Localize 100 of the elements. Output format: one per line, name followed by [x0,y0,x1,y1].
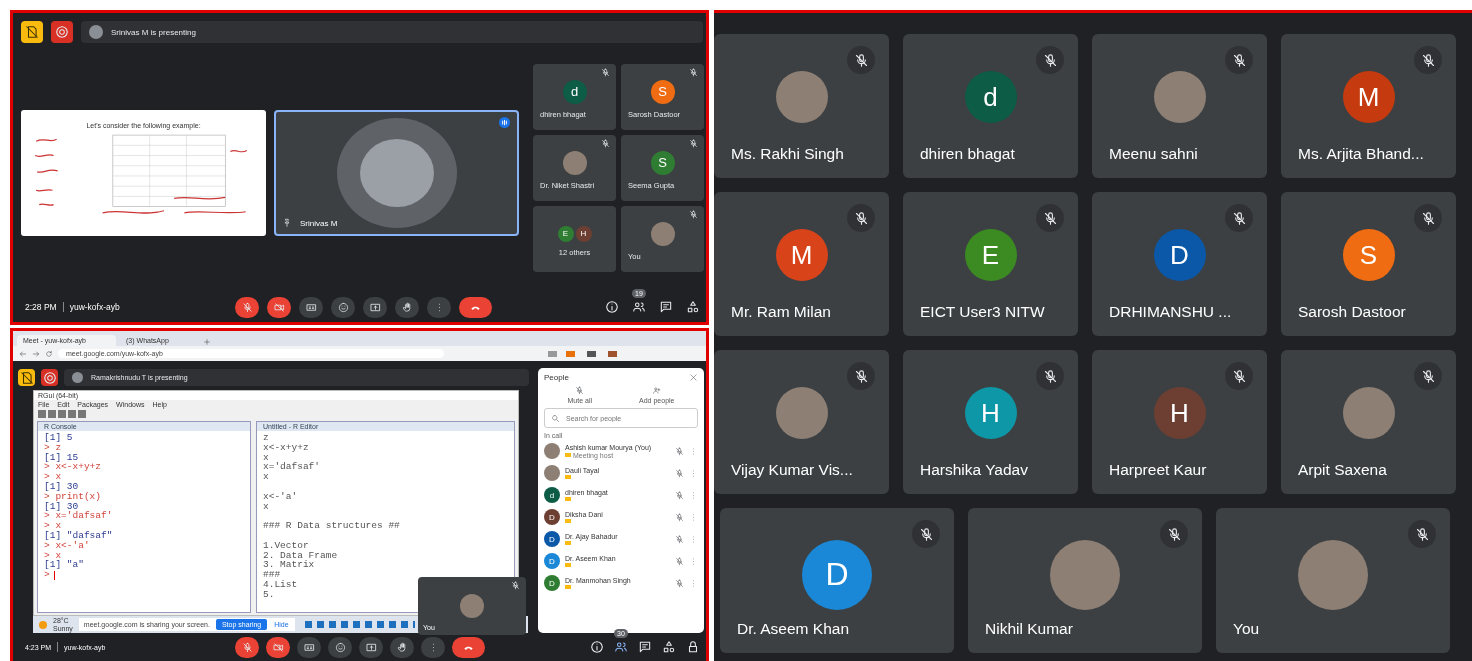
code-line: 1.Vector [263,540,309,551]
console-prompt: > [44,570,50,580]
captions-icon [305,301,317,313]
recording-button[interactable] [51,21,73,43]
code-line: x [263,452,269,463]
participant-name: dhiren bhagat [920,145,1015,163]
recording-button[interactable] [41,369,58,386]
info-icon [590,640,604,654]
avatar-photo [562,150,587,175]
avatar-photo [460,594,484,618]
console-output: [1] 30 [44,501,79,512]
close-icon [689,373,698,382]
participant-name: Sarosh Dastoor [1298,303,1406,321]
speaking-icon [499,117,510,128]
avatar-photo [544,465,560,481]
code-line: x='dafsaf' [263,462,320,473]
initial-avatar: S [650,150,675,175]
forward-icon [32,349,40,358]
participant-name: Harpreet Kaur [1109,461,1207,479]
code-line: x<-'a' [263,491,298,502]
avatar-photo [89,25,103,39]
presentation-button[interactable] [21,21,43,43]
raise-hand-button[interactable] [390,636,414,658]
initial-avatar: H [964,387,1017,439]
reactions-button[interactable] [331,296,355,318]
microphone-button[interactable] [235,636,259,658]
initial-avatar: E [964,229,1017,281]
initial-avatar: d [964,71,1017,123]
leave-call-button[interactable] [452,636,485,658]
participant-name: Vijay Kumar Vis... [731,461,853,479]
presentation-button[interactable] [18,369,35,386]
chat-button[interactable] [659,300,673,314]
microphone-off-icon [675,578,684,588]
reactions-button[interactable] [328,636,352,658]
initial-avatar: S [1342,229,1395,281]
participant-name: Ms. Arjita Bhand... [1298,145,1424,163]
microphone-button[interactable] [235,296,259,318]
participant-name: Harshika Yadav [920,461,1028,479]
captions-button[interactable] [297,636,321,658]
participant-name: Nikhil Kumar [985,620,1073,638]
code-line: ### R Data structures ## [263,521,400,531]
console-output: [1] 5 [44,433,73,443]
clock-time: 2:28 PM [25,302,57,312]
initial-avatar: d [562,79,587,104]
back-icon [19,349,27,358]
record-icon [55,25,69,39]
present-button[interactable] [363,296,387,318]
code-line: ### [263,570,281,580]
info-button[interactable] [590,640,604,654]
console-output: [1] "dafsaf" [44,530,113,541]
record-icon [42,370,57,385]
initial-avatar: D [544,575,560,591]
present-screen-icon [369,301,381,313]
people-icon [614,640,628,654]
emoji-icon [337,301,349,313]
weather-icon [39,620,47,629]
present-button[interactable] [359,636,383,658]
code-line: z [263,433,269,443]
emoji-icon [334,641,346,653]
console-output: [1] "a" [44,560,84,571]
captions-icon [303,641,315,653]
shapes-icon [662,640,676,654]
console-command: > print(x) [44,491,101,502]
avatar-photo [775,71,828,123]
microphone-off-icon [675,512,684,522]
code-line: 4.List [263,579,298,590]
document-off-icon [19,370,34,385]
toolbar-icons-drawing [38,410,88,418]
avatar-photo [1342,387,1395,439]
microphone-off-icon [675,534,684,544]
presenter-tag-icon [565,475,571,479]
initial-avatar: H [575,225,592,242]
info-button[interactable] [605,300,619,314]
presenting-text: Srinivas M is presenting [111,27,196,37]
raise-hand-button[interactable] [395,296,419,318]
chat-icon [659,300,673,314]
console-output: [1] 30 [44,482,79,492]
chat-button[interactable] [638,640,652,654]
close-button[interactable] [689,373,698,382]
participant-name: DRHIMANSHU ... [1109,303,1232,321]
initial-avatar: H [1153,387,1206,439]
console-command: > x [44,472,62,482]
microphone-off-icon [675,468,684,478]
console-command: > x [44,550,62,561]
host-controls-button[interactable] [686,640,700,654]
microphone-off-icon [575,386,585,395]
camera-button[interactable] [267,296,291,318]
console-command: > x<-x+y+z [44,462,101,473]
participant-name: Arpit Saxena [1298,461,1387,479]
avatar-photo [72,372,83,383]
activities-button[interactable] [686,300,700,314]
meeting-code: yuw-kofx-ayb [69,302,120,312]
console-command: > x<-'a' [44,540,90,551]
captions-button[interactable] [299,296,323,318]
leave-call-button[interactable] [459,296,492,318]
initial-avatar: D [544,509,560,525]
activities-button[interactable] [662,640,676,654]
camera-off-icon [273,301,285,313]
console-command: > x [44,521,62,531]
camera-button[interactable] [266,636,290,658]
